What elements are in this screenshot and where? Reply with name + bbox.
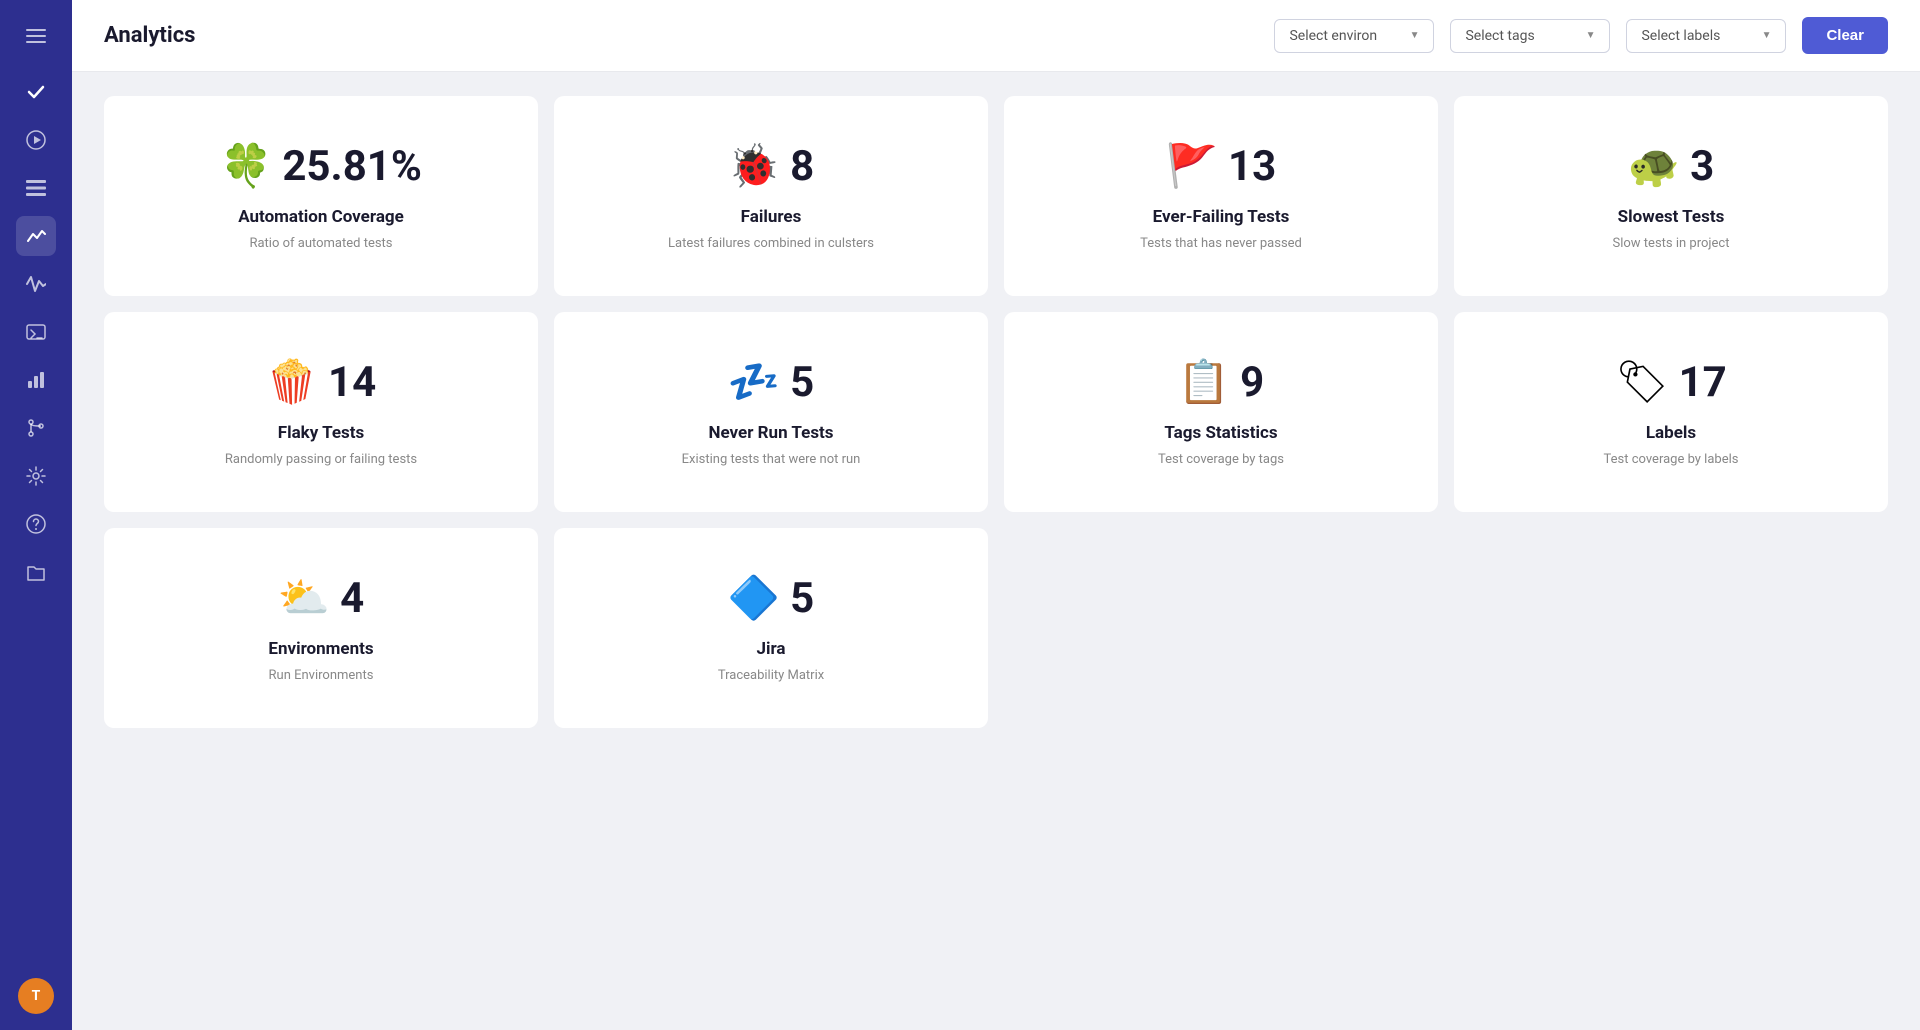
card-value: 9 bbox=[1240, 358, 1264, 407]
analytics-card[interactable]: 🍿 14 Flaky Tests Randomly passing or fai… bbox=[104, 312, 538, 512]
card-description: Traceability Matrix bbox=[718, 667, 824, 685]
environment-filter-label: Select environ bbox=[1289, 28, 1377, 44]
card-metric: 🍿 14 bbox=[266, 358, 377, 407]
branch-nav-icon[interactable] bbox=[16, 408, 56, 448]
card-metric: 🐞 8 bbox=[728, 142, 814, 191]
analytics-card[interactable]: 🔷 5 Jira Traceability Matrix bbox=[554, 528, 988, 728]
card-description: Run Environments bbox=[269, 667, 374, 685]
card-title: Environments bbox=[268, 639, 373, 659]
card-description: Latest failures combined in culsters bbox=[668, 235, 874, 253]
card-description: Existing tests that were not run bbox=[682, 451, 861, 469]
card-description: Test coverage by tags bbox=[1158, 451, 1284, 469]
analytics-card[interactable]: 🚩 13 Ever-Failing Tests Tests that has n… bbox=[1004, 96, 1438, 296]
environment-filter[interactable]: Select environ ▼ bbox=[1274, 19, 1434, 53]
card-description: Test coverage by labels bbox=[1604, 451, 1739, 469]
card-description: Slow tests in project bbox=[1613, 235, 1730, 253]
user-avatar[interactable]: T bbox=[18, 978, 54, 1014]
card-description: Tests that has never passed bbox=[1140, 235, 1302, 253]
card-value: 5 bbox=[790, 574, 814, 623]
card-value: 13 bbox=[1228, 142, 1276, 191]
card-emoji: 🍿 bbox=[266, 362, 318, 404]
hamburger-menu[interactable] bbox=[16, 16, 56, 56]
card-title: Jira bbox=[756, 639, 785, 659]
card-value: 14 bbox=[328, 358, 376, 407]
chevron-down-icon: ▼ bbox=[1586, 30, 1596, 41]
main-area: Analytics Select environ ▼ Select tags ▼… bbox=[72, 0, 1920, 1030]
labels-filter-label: Select labels bbox=[1641, 28, 1720, 44]
content-area: 🍀 25.81% Automation Coverage Ratio of au… bbox=[72, 72, 1920, 1030]
card-emoji: 🏷 bbox=[1615, 362, 1668, 404]
card-value: 5 bbox=[790, 358, 814, 407]
check-nav-icon[interactable] bbox=[16, 72, 56, 112]
settings-nav-icon[interactable] bbox=[16, 456, 56, 496]
card-title: Slowest Tests bbox=[1618, 207, 1725, 227]
card-metric: 📋 9 bbox=[1178, 358, 1264, 407]
labels-filter[interactable]: Select labels ▼ bbox=[1626, 19, 1786, 53]
analytics-card[interactable]: 🏷 17 Labels Test coverage by labels bbox=[1454, 312, 1888, 512]
card-value: 25.81% bbox=[282, 142, 422, 191]
card-value: 17 bbox=[1679, 358, 1727, 407]
chart-nav-icon[interactable] bbox=[16, 360, 56, 400]
card-title: Automation Coverage bbox=[238, 207, 404, 227]
card-emoji: 📋 bbox=[1178, 362, 1230, 404]
page-title: Analytics bbox=[104, 23, 1258, 48]
card-title: Flaky Tests bbox=[278, 423, 365, 443]
card-emoji: 💤 bbox=[728, 362, 780, 404]
analytics-card[interactable]: 💤 5 Never Run Tests Existing tests that … bbox=[554, 312, 988, 512]
help-nav-icon[interactable] bbox=[16, 504, 56, 544]
card-emoji: 🐞 bbox=[728, 146, 780, 188]
card-emoji: 🍀 bbox=[220, 146, 272, 188]
card-value: 3 bbox=[1690, 142, 1714, 191]
analytics-card[interactable]: ⛅ 4 Environments Run Environments bbox=[104, 528, 538, 728]
activity-nav-icon[interactable] bbox=[16, 264, 56, 304]
card-metric: 🔷 5 bbox=[728, 574, 814, 623]
analytics-card[interactable]: 🐢 3 Slowest Tests Slow tests in project bbox=[1454, 96, 1888, 296]
analytics-card[interactable]: 🍀 25.81% Automation Coverage Ratio of au… bbox=[104, 96, 538, 296]
folder-nav-icon[interactable] bbox=[16, 552, 56, 592]
card-metric: 🚩 13 bbox=[1166, 142, 1277, 191]
card-title: Ever-Failing Tests bbox=[1153, 207, 1290, 227]
analytics-grid: 🍀 25.81% Automation Coverage Ratio of au… bbox=[104, 96, 1888, 728]
card-value: 4 bbox=[340, 574, 364, 623]
tags-filter-label: Select tags bbox=[1465, 28, 1534, 44]
card-metric: ⛅ 4 bbox=[278, 574, 364, 623]
card-title: Never Run Tests bbox=[708, 423, 833, 443]
terminal-nav-icon[interactable] bbox=[16, 312, 56, 352]
play-nav-icon[interactable] bbox=[16, 120, 56, 160]
chevron-down-icon: ▼ bbox=[1410, 30, 1420, 41]
sidebar: T bbox=[0, 0, 72, 1030]
chevron-down-icon: ▼ bbox=[1762, 30, 1772, 41]
card-value: 8 bbox=[790, 142, 814, 191]
card-description: Ratio of automated tests bbox=[249, 235, 392, 253]
analytics-card[interactable]: 📋 9 Tags Statistics Test coverage by tag… bbox=[1004, 312, 1438, 512]
analytics-card[interactable]: 🐞 8 Failures Latest failures combined in… bbox=[554, 96, 988, 296]
clear-button[interactable]: Clear bbox=[1802, 17, 1888, 54]
card-title: Failures bbox=[741, 207, 802, 227]
analytics-nav-icon[interactable] bbox=[16, 216, 56, 256]
card-title: Labels bbox=[1646, 423, 1696, 443]
page-header: Analytics Select environ ▼ Select tags ▼… bbox=[72, 0, 1920, 72]
card-emoji: ⛅ bbox=[278, 578, 330, 620]
card-title: Tags Statistics bbox=[1164, 423, 1277, 443]
card-metric: 🏷 17 bbox=[1615, 358, 1727, 407]
card-metric: 🍀 25.81% bbox=[220, 142, 422, 191]
card-description: Randomly passing or failing tests bbox=[225, 451, 417, 469]
card-metric: 💤 5 bbox=[728, 358, 814, 407]
list-nav-icon[interactable] bbox=[16, 168, 56, 208]
card-emoji: 🚩 bbox=[1166, 146, 1218, 188]
tags-filter[interactable]: Select tags ▼ bbox=[1450, 19, 1610, 53]
card-emoji: 🔷 bbox=[728, 578, 780, 620]
card-metric: 🐢 3 bbox=[1628, 142, 1714, 191]
card-emoji: 🐢 bbox=[1628, 146, 1680, 188]
